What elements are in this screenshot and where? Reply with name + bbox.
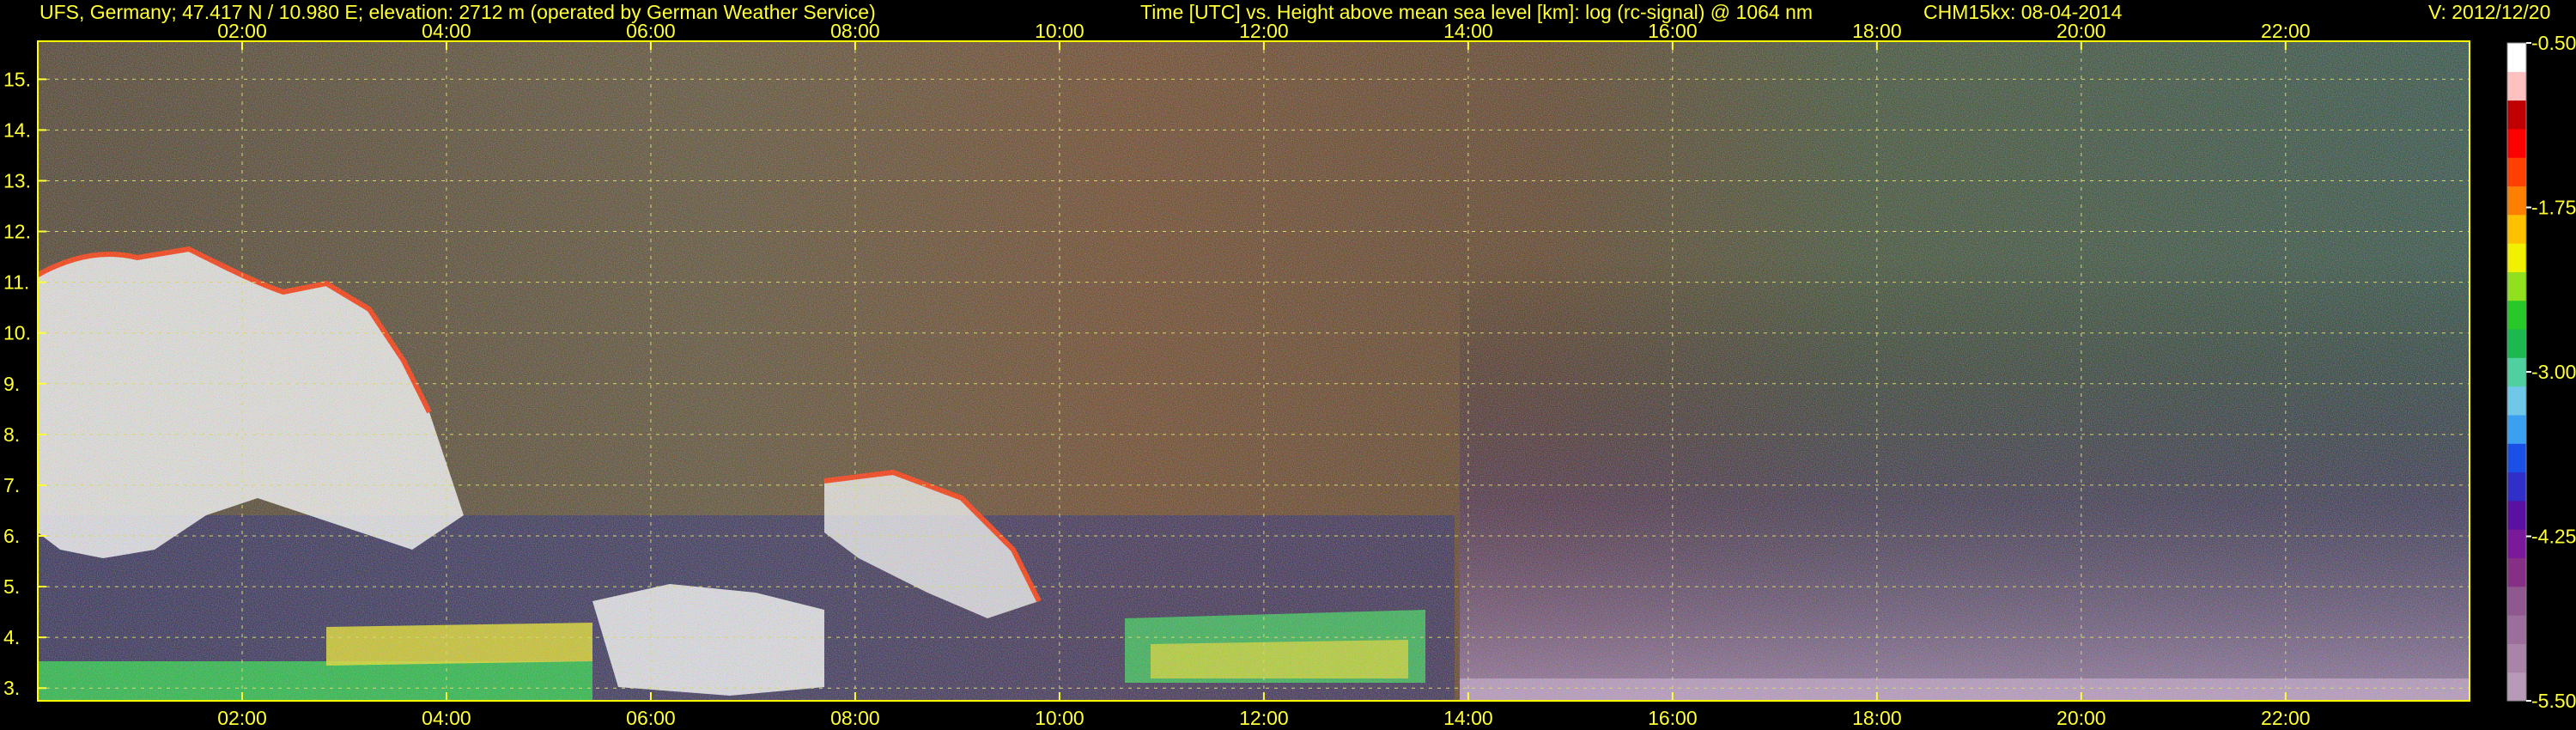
x-tick-label: 20:00 [2057,707,2106,729]
y-tick-label: 11. [3,271,29,294]
y-tick-label: 3. [3,677,20,699]
colorbar-swatch [2507,557,2526,587]
x-tick-label-top: 10:00 [1035,20,1084,42]
colorbar-swatch [2507,643,2526,673]
colorbar: -0.50 -1.75 -3.00 -4.25 -5.50 [2506,32,2576,712]
colorbar-tick-label: -3.00 [2531,361,2576,383]
x-tick-label: 06:00 [626,707,676,729]
x-tick-label-top: 06:00 [626,20,676,42]
colorbar-swatch [2507,329,2526,358]
x-tick-label: 22:00 [2261,707,2311,729]
colorbar-swatch [2507,386,2526,416]
x-tick-label-top: 04:00 [422,20,471,42]
y-tick-label: 9. [3,373,20,395]
x-tick-label: 08:00 [830,707,880,729]
colorbar-swatch [2507,186,2526,216]
colorbar-swatch [2507,586,2526,616]
y-tick-label: 8. [3,423,20,446]
x-tick-label: 02:00 [217,707,267,729]
colorbar-swatch [2507,157,2526,187]
x-tick-label-top: 08:00 [830,20,880,42]
colorbar-swatch [2507,128,2526,158]
y-tick-label: 4. [3,626,20,648]
x-tick-label-top: 16:00 [1648,20,1698,42]
x-tick-label: 16:00 [1648,707,1698,729]
colorbar-swatch [2507,414,2526,444]
x-tick-label: 12:00 [1239,707,1289,729]
colorbar-swatch [2507,672,2526,702]
colorbar-tick-label: -0.50 [2531,32,2576,54]
colorbar-swatch [2507,71,2526,101]
backscatter-field [38,41,2470,701]
colorbar-swatch [2507,357,2526,387]
colorbar-swatch [2507,43,2526,72]
y-tick-label: 10. [3,322,31,344]
colorbar-swatch [2507,615,2526,644]
x-tick-label-top: 14:00 [1443,20,1493,42]
y-tick-label: 13. [3,169,31,192]
colorbar-swatch [2507,529,2526,558]
noise-speckle [38,41,2470,701]
colorbar-tick-label: -4.25 [2531,526,2576,548]
y-tick-label: 15. [3,68,31,90]
x-tick-label: 18:00 [1852,707,1902,729]
colorbar-swatch [2507,300,2526,330]
y-tick-label: 7. [3,474,20,496]
x-tick-label-top: 12:00 [1239,20,1289,42]
y-tick-label: 6. [3,525,20,547]
x-tick-label-top: 18:00 [1852,20,1902,42]
x-tick-label: 10:00 [1035,707,1084,729]
colorbar-swatch [2507,100,2526,130]
colorbar-tick-label: -1.75 [2531,197,2576,219]
colorbar-swatch [2507,500,2526,530]
y-tick-label: 5. [3,575,20,598]
colorbar-swatch [2507,214,2526,244]
colorbar-tick-label: -5.50 [2531,690,2576,712]
x-tick-label-top: 22:00 [2261,20,2311,42]
colorbar-swatch [2507,243,2526,272]
colorbar-swatch [2507,443,2526,473]
y-tick-label: 12. [3,221,31,243]
x-tick-label: 04:00 [422,707,471,729]
x-tick-label-top: 02:00 [217,20,267,42]
x-tick-label-top: 20:00 [2057,20,2106,42]
x-tick-label: 14:00 [1443,707,1493,729]
ceilometer-backscatter-chart: 02:00 02:00 04:00 04:00 06:00 06:00 08:00 08:00… [3,20,2576,729]
y-tick-label: 14. [3,119,31,141]
colorbar-swatch [2507,271,2526,301]
colorbar-swatch [2507,471,2526,502]
